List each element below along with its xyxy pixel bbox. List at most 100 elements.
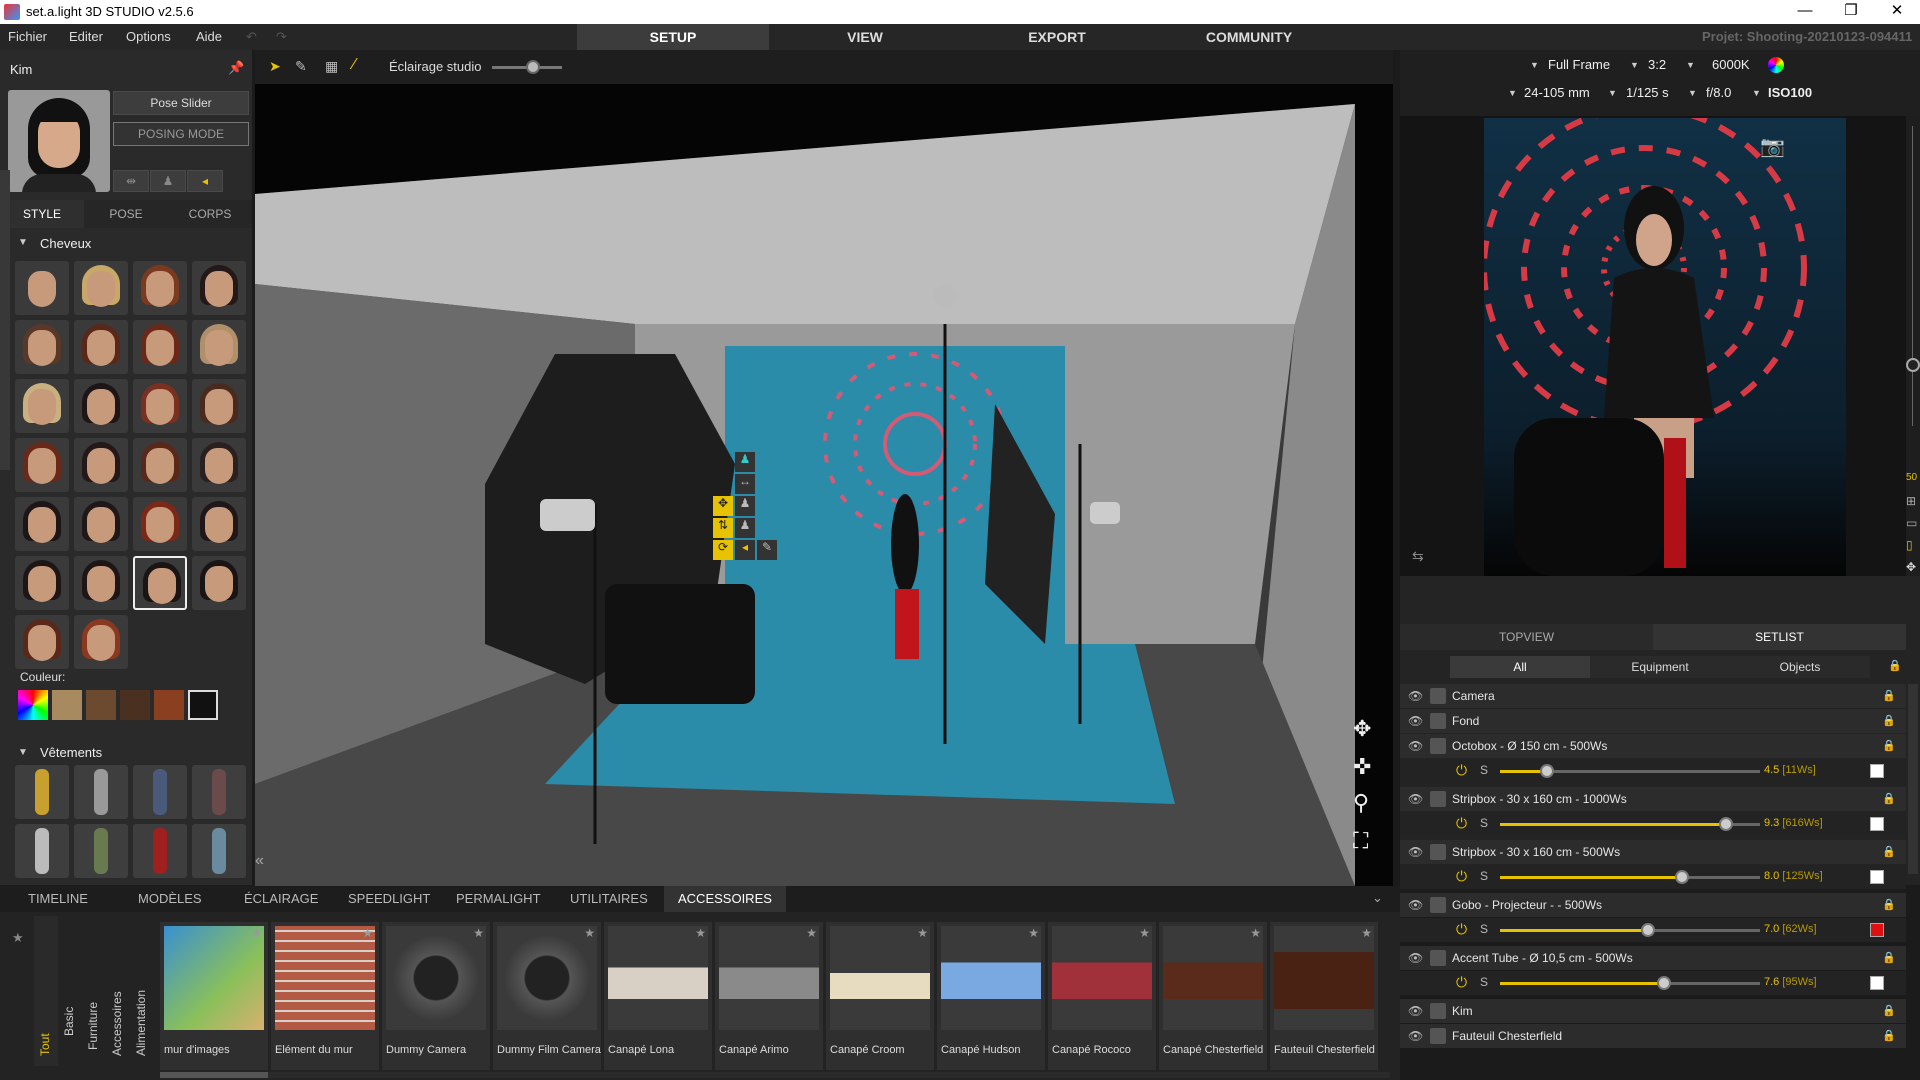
tab-export[interactable]: EXPORT (961, 24, 1153, 50)
visibility-eye-icon[interactable]: 👁 (1408, 689, 1423, 703)
zoom-icon[interactable]: ⚲ (1353, 790, 1369, 816)
lock-icon[interactable]: 🔒 (1882, 951, 1896, 964)
visibility-eye-icon[interactable]: 👁 (1408, 714, 1423, 728)
favorite-star-icon[interactable]: ★ (1361, 926, 1372, 940)
hair-style-tile[interactable] (133, 379, 187, 433)
visibility-eye-icon[interactable]: 👁 (1408, 951, 1423, 965)
grid-icon[interactable]: ▦ (325, 58, 338, 75)
accessory-card[interactable]: ★ Dummy Camera (382, 922, 490, 1070)
filter-equipment[interactable]: Equipment (1590, 656, 1730, 678)
ruler-icon[interactable]: ▭ (1906, 516, 1917, 530)
undo-icon[interactable]: ↶ (246, 29, 257, 45)
eye-direction-icon[interactable]: ◂ (187, 170, 223, 192)
clothing-tile[interactable] (15, 765, 69, 819)
hair-style-tile[interactable] (133, 320, 187, 374)
favorite-star-icon[interactable]: ★ (1028, 926, 1039, 940)
tab-eclairage[interactable]: ÉCLAIRAGE (244, 886, 318, 912)
setlist-row[interactable]: 👁 Stripbox - 30 x 160 cm - 500Ws 🔒 (1400, 840, 1906, 864)
maximize-button[interactable]: ❐ (1828, 0, 1874, 24)
lock-icon[interactable]: 🔒 (1882, 845, 1896, 858)
power-slider-knob[interactable] (1675, 870, 1689, 884)
hair-style-tile[interactable] (74, 615, 128, 669)
hair-style-tile[interactable] (74, 379, 128, 433)
pose-handle-icon[interactable]: ♟ (735, 496, 755, 516)
color-picker-swatch[interactable] (18, 690, 48, 720)
eye-handle-icon[interactable]: ◂ (735, 540, 755, 560)
category-alimentation[interactable]: Alimentation (130, 916, 154, 1066)
power-slider-knob[interactable] (1656, 976, 1671, 990)
lighting-slider[interactable] (492, 60, 562, 74)
minimize-button[interactable]: — (1782, 0, 1828, 24)
menu-fichier[interactable]: Fichier (8, 29, 47, 44)
accessory-card[interactable]: ★ Canapé Chesterfield (1159, 922, 1267, 1070)
power-slider[interactable] (1500, 976, 1760, 990)
tab-setlist[interactable]: SETLIST (1653, 624, 1906, 650)
favorite-star-icon[interactable]: ★ (695, 926, 706, 940)
accessory-card[interactable]: ★ Fauteuil Chesterfield (1270, 922, 1378, 1070)
setlist-scrollbar[interactable] (1908, 684, 1918, 874)
power-toggle-icon[interactable]: ⏻ (1456, 815, 1467, 832)
category-basic[interactable]: Basic (58, 916, 82, 1066)
power-toggle-icon[interactable]: ⏻ (1456, 762, 1467, 779)
hair-color-swatch[interactable] (86, 690, 116, 720)
camera-preview[interactable]: 📷 ⇆ 50 ⊞ ▭ ▯ ✥ (1400, 105, 1920, 576)
setlist-row[interactable]: 👁 Gobo - Projecteur - - 500Ws 🔒 (1400, 893, 1906, 917)
pose-slider-button[interactable]: Pose Slider (113, 91, 249, 115)
light-color-swatch[interactable] (1870, 764, 1884, 778)
tab-utilitaires[interactable]: UTILITAIRES (570, 886, 648, 912)
tab-accessoires[interactable]: ACCESSOIRES (664, 886, 786, 912)
hair-style-tile[interactable] (133, 556, 187, 610)
swap-icon[interactable]: ⇆ (1412, 548, 1424, 565)
visibility-eye-icon[interactable]: 👁 (1408, 792, 1423, 806)
frame-icon[interactable]: ▯ (1906, 538, 1913, 552)
visibility-eye-icon[interactable]: 👁 (1408, 1004, 1423, 1018)
clothing-tile[interactable] (74, 824, 128, 878)
setlist-row[interactable]: 👁 Octobox - Ø 150 cm - 500Ws 🔒 (1400, 734, 1906, 758)
filter-all[interactable]: All (1450, 656, 1590, 678)
collapse-icon[interactable]: ▼ (18, 747, 28, 758)
power-slider[interactable] (1500, 923, 1760, 937)
tab-community[interactable]: COMMUNITY (1153, 24, 1345, 50)
width-handle-icon[interactable]: ↔ (735, 474, 755, 494)
hair-style-tile[interactable] (192, 438, 246, 492)
light-color-swatch[interactable] (1870, 817, 1884, 831)
color-wheel-icon[interactable] (1768, 57, 1784, 73)
light-color-swatch[interactable] (1870, 923, 1884, 937)
lock-icon[interactable]: 🔒 (1882, 689, 1896, 702)
hair-style-tile[interactable] (192, 261, 246, 315)
pose-handle-icon[interactable]: ♟ (735, 518, 755, 538)
setlist-row[interactable]: 👁 Fauteuil Chesterfield 🔒 (1400, 1024, 1906, 1048)
tab-topview[interactable]: TOPVIEW (1400, 624, 1653, 650)
tab-setup[interactable]: SETUP (577, 24, 769, 50)
visibility-eye-icon[interactable]: 👁 (1408, 1029, 1423, 1043)
power-slider-knob[interactable] (1641, 923, 1656, 937)
hair-style-tile[interactable] (15, 615, 69, 669)
library-scrollbar[interactable] (160, 1072, 1390, 1078)
move-handle-icon[interactable]: ✥ (713, 496, 733, 516)
lens-select[interactable]: 24-105 mm (1524, 85, 1590, 100)
hair-style-tile[interactable] (74, 497, 128, 551)
kelvin-select[interactable]: 6000K (1712, 57, 1750, 72)
accessory-card[interactable]: ★ Canapé Rococo (1048, 922, 1156, 1070)
hair-style-tile[interactable] (133, 261, 187, 315)
hair-style-tile[interactable] (15, 379, 69, 433)
tab-corps[interactable]: CORPS (168, 200, 252, 228)
pose-icon[interactable]: ♟ (150, 170, 186, 192)
power-slider-knob[interactable] (1539, 764, 1554, 778)
setlist-row[interactable]: 👁 Kim 🔒 (1400, 999, 1906, 1023)
hair-style-tile[interactable] (15, 556, 69, 610)
accessory-card[interactable]: ★ Elément du mur (271, 922, 379, 1070)
hair-style-tile[interactable] (74, 261, 128, 315)
hair-color-swatch[interactable] (154, 690, 184, 720)
lock-icon[interactable]: 🔒 (1882, 739, 1896, 752)
clothing-tile[interactable] (192, 824, 246, 878)
hair-style-tile[interactable] (15, 320, 69, 374)
snapshot-camera-icon[interactable]: 📷 (1760, 134, 1785, 159)
setlist-row[interactable]: 👁 Camera 🔒 (1400, 684, 1906, 708)
favorite-star-icon[interactable]: ★ (473, 926, 484, 940)
height-handle-icon[interactable]: ⇅ (713, 518, 733, 538)
power-toggle-icon[interactable]: ⏻ (1456, 868, 1467, 885)
hair-style-tile[interactable] (74, 438, 128, 492)
power-slider[interactable] (1500, 870, 1760, 884)
favorite-star-icon[interactable]: ★ (584, 926, 595, 940)
